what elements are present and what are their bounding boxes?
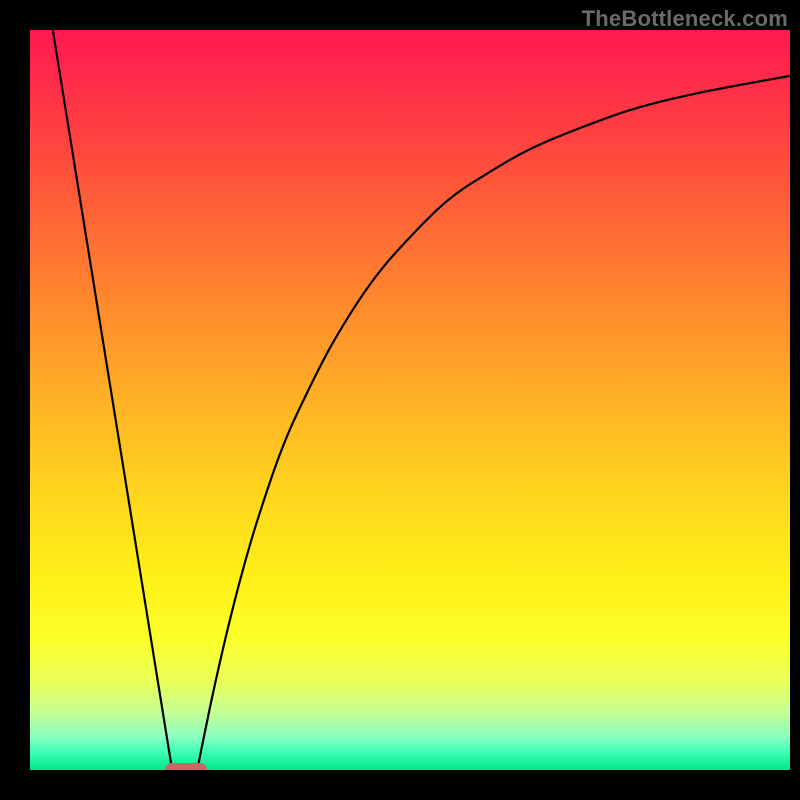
watermark-text: TheBottleneck.com bbox=[582, 6, 788, 32]
optimal-point-marker bbox=[165, 763, 207, 770]
curve-path bbox=[53, 30, 790, 770]
bottleneck-curve bbox=[30, 30, 790, 770]
plot-area bbox=[30, 30, 790, 770]
chart-frame: TheBottleneck.com bbox=[0, 0, 800, 800]
